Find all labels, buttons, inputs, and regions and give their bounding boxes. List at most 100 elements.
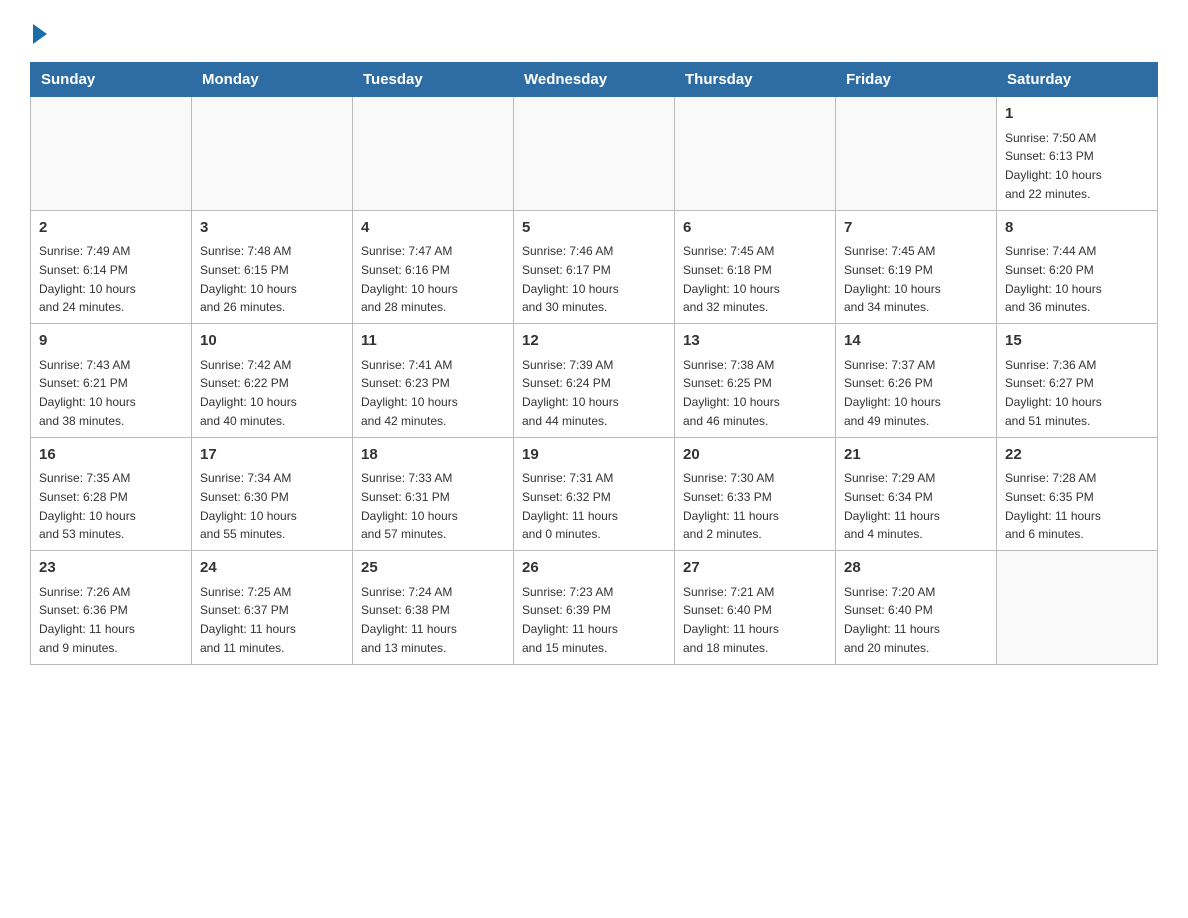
day-number: 25	[361, 557, 505, 580]
calendar-cell: 3 Sunrise: 7:48 AMSunset: 6:15 PMDaylight…	[192, 210, 353, 324]
calendar-cell	[192, 97, 353, 211]
calendar-cell: 12Sunrise: 7:39 AMSunset: 6:24 PMDayligh…	[514, 324, 675, 438]
calendar-cell: 21Sunrise: 7:29 AMSunset: 6:34 PMDayligh…	[836, 437, 997, 551]
calendar-cell: 28 Sunrise: 7:20 AMSunset: 6:40 PMDayligh…	[836, 551, 997, 665]
calendar-cell	[31, 97, 192, 211]
day-number: 8	[1005, 217, 1149, 240]
calendar-cell: 4 Sunrise: 7:47 AMSunset: 6:16 PMDaylight…	[353, 210, 514, 324]
day-info: Sunrise: 7:45 AMSunset: 6:19 PMDaylight:…	[844, 244, 941, 314]
day-info: Sunrise: 7:44 AMSunset: 6:20 PMDaylight:…	[1005, 244, 1102, 314]
calendar-cell	[353, 97, 514, 211]
calendar-cell: 13 Sunrise: 7:38 AMSunset: 6:25 PMDayligh…	[675, 324, 836, 438]
day-info: Sunrise: 7:49 AMSunset: 6:14 PMDaylight:…	[39, 244, 136, 314]
week-row-4: 16 Sunrise: 7:35 AMSunset: 6:28 PMDayligh…	[31, 437, 1158, 551]
day-info: Sunrise: 7:50 AMSunset: 6:13 PMDaylight:…	[1005, 131, 1102, 201]
day-number: 7	[844, 217, 988, 240]
day-number: 28	[844, 557, 988, 580]
week-row-2: 2 Sunrise: 7:49 AMSunset: 6:14 PMDaylight…	[31, 210, 1158, 324]
day-number: 12	[522, 330, 666, 353]
day-number: 16	[39, 444, 183, 467]
day-info: Sunrise: 7:25 AMSunset: 6:37 PMDaylight:…	[200, 585, 296, 655]
day-number: 22	[1005, 444, 1149, 467]
week-row-3: 9 Sunrise: 7:43 AMSunset: 6:21 PMDaylight…	[31, 324, 1158, 438]
day-header-monday: Monday	[192, 63, 353, 97]
calendar-cell	[997, 551, 1158, 665]
calendar-cell: 27Sunrise: 7:21 AMSunset: 6:40 PMDayligh…	[675, 551, 836, 665]
day-info: Sunrise: 7:41 AMSunset: 6:23 PMDaylight:…	[361, 358, 458, 428]
day-header-friday: Friday	[836, 63, 997, 97]
day-info: Sunrise: 7:34 AMSunset: 6:30 PMDaylight:…	[200, 471, 297, 541]
calendar-cell: 26 Sunrise: 7:23 AMSunset: 6:39 PMDayligh…	[514, 551, 675, 665]
day-number: 6	[683, 217, 827, 240]
day-info: Sunrise: 7:43 AMSunset: 6:21 PMDaylight:…	[39, 358, 136, 428]
day-info: Sunrise: 7:33 AMSunset: 6:31 PMDaylight:…	[361, 471, 458, 541]
calendar-cell	[514, 97, 675, 211]
calendar-cell: 15 Sunrise: 7:36 AMSunset: 6:27 PMDayligh…	[997, 324, 1158, 438]
day-info: Sunrise: 7:35 AMSunset: 6:28 PMDaylight:…	[39, 471, 136, 541]
day-info: Sunrise: 7:47 AMSunset: 6:16 PMDaylight:…	[361, 244, 458, 314]
day-number: 2	[39, 217, 183, 240]
day-number: 11	[361, 330, 505, 353]
day-number: 15	[1005, 330, 1149, 353]
calendar-cell	[836, 97, 997, 211]
day-number: 14	[844, 330, 988, 353]
day-number: 20	[683, 444, 827, 467]
day-number: 9	[39, 330, 183, 353]
calendar-cell: 7 Sunrise: 7:45 AMSunset: 6:19 PMDaylight…	[836, 210, 997, 324]
day-number: 23	[39, 557, 183, 580]
calendar-cell: 18 Sunrise: 7:33 AMSunset: 6:31 PMDayligh…	[353, 437, 514, 551]
day-number: 3	[200, 217, 344, 240]
calendar-cell: 11 Sunrise: 7:41 AMSunset: 6:23 PMDayligh…	[353, 324, 514, 438]
calendar-cell: 6Sunrise: 7:45 AMSunset: 6:18 PMDaylight…	[675, 210, 836, 324]
day-number: 13	[683, 330, 827, 353]
calendar-cell: 23 Sunrise: 7:26 AMSunset: 6:36 PMDayligh…	[31, 551, 192, 665]
day-header-tuesday: Tuesday	[353, 63, 514, 97]
day-header-wednesday: Wednesday	[514, 63, 675, 97]
calendar-cell: 19 Sunrise: 7:31 AMSunset: 6:32 PMDayligh…	[514, 437, 675, 551]
day-info: Sunrise: 7:23 AMSunset: 6:39 PMDaylight:…	[522, 585, 618, 655]
calendar-cell: 25 Sunrise: 7:24 AMSunset: 6:38 PMDayligh…	[353, 551, 514, 665]
calendar-cell: 20Sunrise: 7:30 AMSunset: 6:33 PMDayligh…	[675, 437, 836, 551]
day-number: 26	[522, 557, 666, 580]
day-info: Sunrise: 7:31 AMSunset: 6:32 PMDaylight:…	[522, 471, 618, 541]
calendar-cell: 14 Sunrise: 7:37 AMSunset: 6:26 PMDayligh…	[836, 324, 997, 438]
calendar-cell	[675, 97, 836, 211]
day-number: 1	[1005, 103, 1149, 126]
calendar-cell: 10 Sunrise: 7:42 AMSunset: 6:22 PMDayligh…	[192, 324, 353, 438]
day-info: Sunrise: 7:46 AMSunset: 6:17 PMDaylight:…	[522, 244, 619, 314]
calendar-table: SundayMondayTuesdayWednesdayThursdayFrid…	[30, 62, 1158, 665]
week-row-5: 23 Sunrise: 7:26 AMSunset: 6:36 PMDayligh…	[31, 551, 1158, 665]
day-info: Sunrise: 7:37 AMSunset: 6:26 PMDaylight:…	[844, 358, 941, 428]
day-number: 10	[200, 330, 344, 353]
day-info: Sunrise: 7:21 AMSunset: 6:40 PMDaylight:…	[683, 585, 779, 655]
day-info: Sunrise: 7:38 AMSunset: 6:25 PMDaylight:…	[683, 358, 780, 428]
day-number: 19	[522, 444, 666, 467]
day-header-thursday: Thursday	[675, 63, 836, 97]
day-info: Sunrise: 7:48 AMSunset: 6:15 PMDaylight:…	[200, 244, 297, 314]
logo-arrow-icon	[33, 24, 47, 44]
day-info: Sunrise: 7:24 AMSunset: 6:38 PMDaylight:…	[361, 585, 457, 655]
day-number: 4	[361, 217, 505, 240]
calendar-cell: 24 Sunrise: 7:25 AMSunset: 6:37 PMDayligh…	[192, 551, 353, 665]
day-info: Sunrise: 7:28 AMSunset: 6:35 PMDaylight:…	[1005, 471, 1101, 541]
calendar-cell: 16 Sunrise: 7:35 AMSunset: 6:28 PMDayligh…	[31, 437, 192, 551]
day-number: 5	[522, 217, 666, 240]
logo	[30, 20, 47, 42]
day-number: 18	[361, 444, 505, 467]
calendar-cell: 22 Sunrise: 7:28 AMSunset: 6:35 PMDayligh…	[997, 437, 1158, 551]
calendar-cell: 9 Sunrise: 7:43 AMSunset: 6:21 PMDaylight…	[31, 324, 192, 438]
day-info: Sunrise: 7:36 AMSunset: 6:27 PMDaylight:…	[1005, 358, 1102, 428]
day-info: Sunrise: 7:26 AMSunset: 6:36 PMDaylight:…	[39, 585, 135, 655]
day-number: 24	[200, 557, 344, 580]
calendar-cell: 2 Sunrise: 7:49 AMSunset: 6:14 PMDaylight…	[31, 210, 192, 324]
calendar-cell: 5 Sunrise: 7:46 AMSunset: 6:17 PMDaylight…	[514, 210, 675, 324]
day-header-sunday: Sunday	[31, 63, 192, 97]
calendar-cell: 17Sunrise: 7:34 AMSunset: 6:30 PMDayligh…	[192, 437, 353, 551]
day-header-saturday: Saturday	[997, 63, 1158, 97]
day-info: Sunrise: 7:20 AMSunset: 6:40 PMDaylight:…	[844, 585, 940, 655]
calendar-cell: 8 Sunrise: 7:44 AMSunset: 6:20 PMDaylight…	[997, 210, 1158, 324]
calendar-header-row: SundayMondayTuesdayWednesdayThursdayFrid…	[31, 63, 1158, 97]
calendar-cell: 1 Sunrise: 7:50 AMSunset: 6:13 PMDaylight…	[997, 97, 1158, 211]
day-info: Sunrise: 7:42 AMSunset: 6:22 PMDaylight:…	[200, 358, 297, 428]
day-info: Sunrise: 7:29 AMSunset: 6:34 PMDaylight:…	[844, 471, 940, 541]
